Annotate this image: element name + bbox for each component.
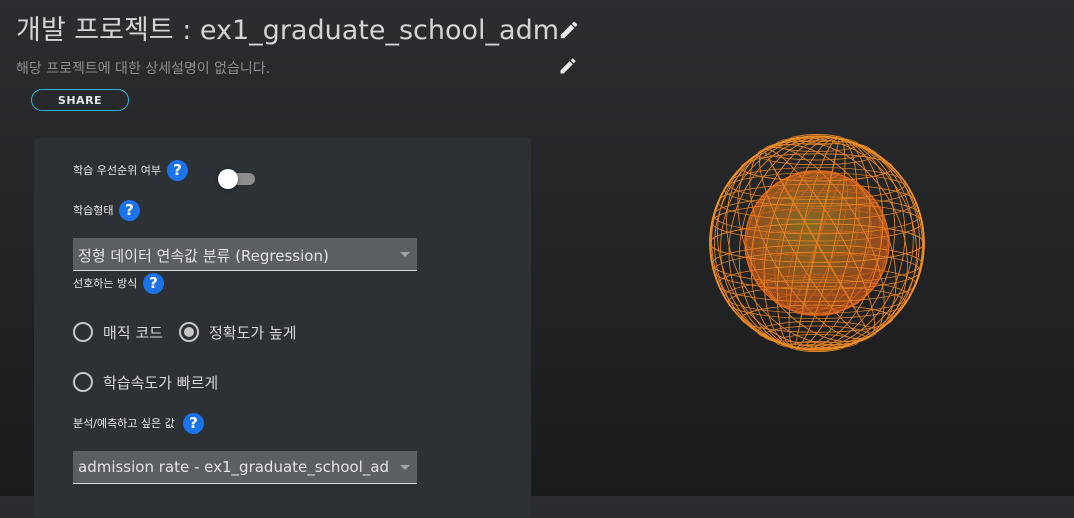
learning-type-label: 학습형태: [73, 204, 114, 217]
radio-label-high-accuracy: 정확도가 높게: [209, 324, 297, 342]
settings-panel: 학습 우선순위 여부 ? 학습형태 ? 정형 데이터 연속값 분류 (Regre…: [34, 138, 531, 518]
priority-label: 학습 우선순위 여부: [73, 164, 161, 177]
learning-type-value: 정형 데이터 연속값 분류 (Regression): [78, 247, 329, 265]
learning-type-help-icon[interactable]: ?: [119, 200, 140, 221]
wireframe-sphere-icon: [709, 133, 925, 353]
page-title: 개발 프로젝트 : ex1_graduate_school_adm: [16, 15, 560, 46]
chevron-down-icon: [400, 465, 410, 470]
project-description: 해당 프로젝트에 대한 상세설명이 없습니다.: [16, 61, 271, 77]
radio-ring: [73, 372, 93, 392]
edit-title-icon[interactable]: [558, 19, 580, 41]
radio-label-magic-code: 매직 코드: [103, 324, 163, 342]
target-help-icon[interactable]: ?: [183, 413, 204, 434]
target-label: 분석/예측하고 싶은 값: [73, 417, 175, 430]
radio-selected-dot: [184, 327, 194, 337]
target-select[interactable]: admission rate - ex1_graduate_school_ad.…: [73, 451, 417, 484]
learning-type-select[interactable]: 정형 데이터 연속값 분류 (Regression): [73, 238, 417, 271]
priority-toggle[interactable]: [218, 169, 256, 189]
radio-ring: [73, 322, 93, 342]
chevron-down-icon: [400, 252, 410, 257]
toggle-thumb: [218, 169, 238, 189]
preference-help-icon[interactable]: ?: [143, 273, 164, 294]
share-button[interactable]: SHARE: [31, 89, 129, 111]
target-value: admission rate - ex1_graduate_school_ad.…: [78, 458, 388, 476]
edit-description-icon[interactable]: [558, 56, 578, 76]
priority-help-icon[interactable]: ?: [167, 160, 188, 181]
radio-label-fast-training: 학습속도가 빠르게: [103, 374, 219, 392]
preference-label: 선호하는 방식: [73, 277, 138, 290]
